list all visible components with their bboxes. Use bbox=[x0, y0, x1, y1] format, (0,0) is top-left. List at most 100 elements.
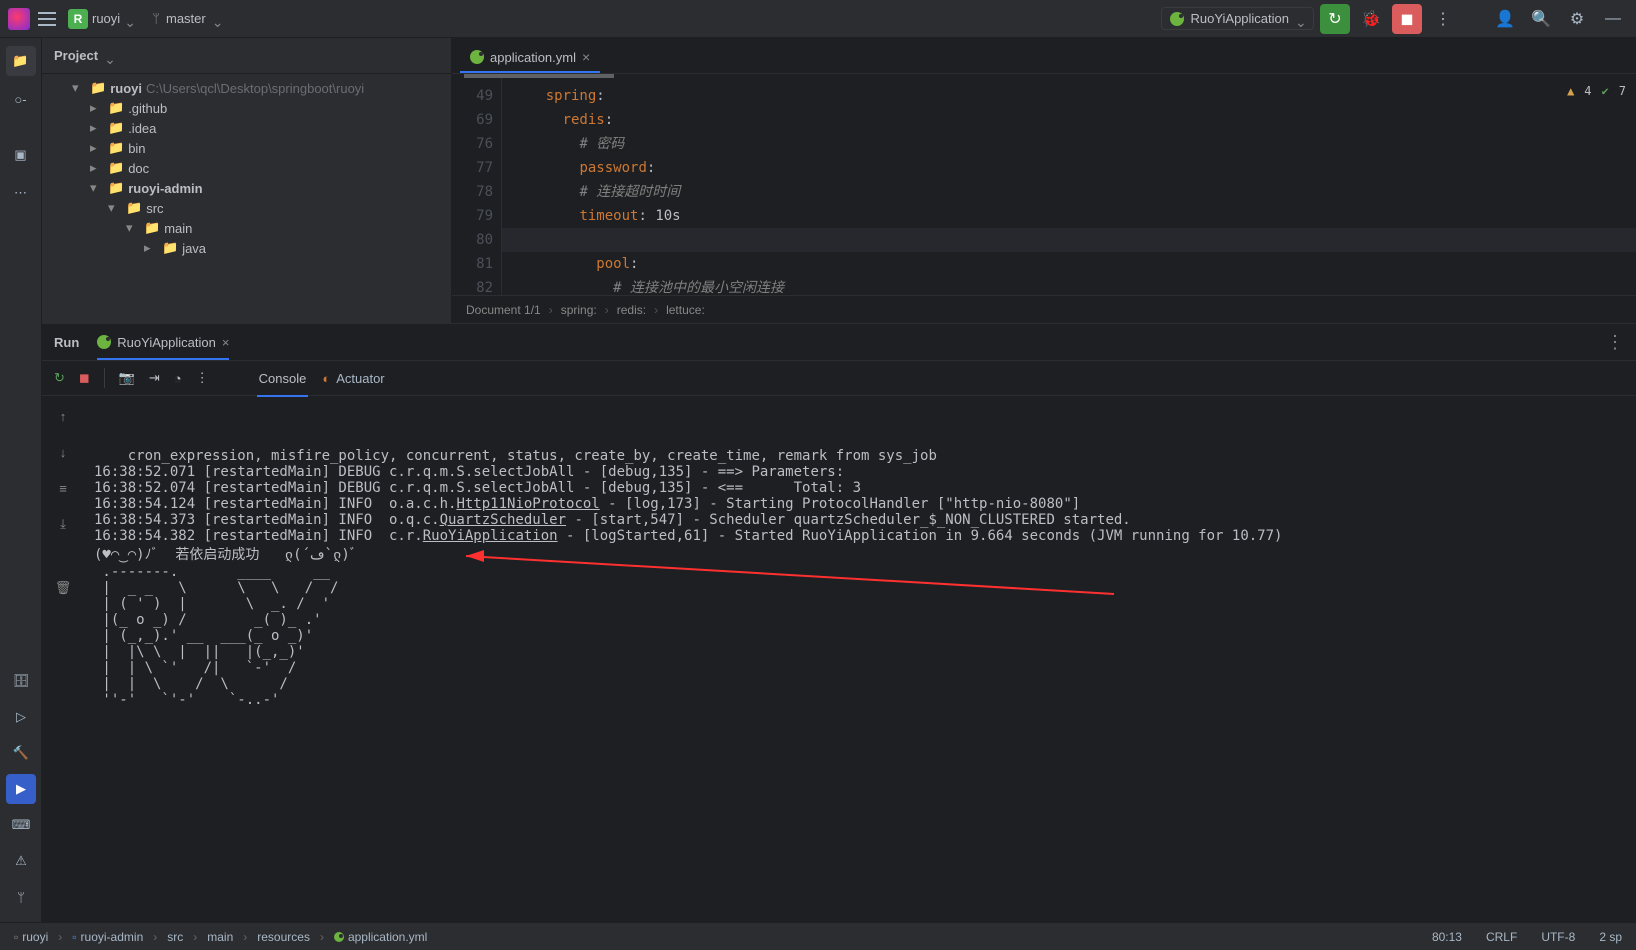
services-tool-button[interactable]: ▷ bbox=[6, 702, 36, 732]
tree-label: src bbox=[146, 201, 163, 216]
tree-row[interactable]: ▸📁 .github bbox=[42, 98, 451, 118]
tree-arrow-icon: ▸ bbox=[90, 160, 104, 176]
run-tool-button[interactable]: ▶ bbox=[6, 774, 36, 804]
scroll-to-end-button[interactable]: ⤓ bbox=[49, 510, 77, 538]
tree-row[interactable]: ▸📁 .idea bbox=[42, 118, 451, 138]
check-count: 7 bbox=[1619, 84, 1626, 98]
structure-tool-button[interactable]: ▣ bbox=[6, 140, 36, 170]
chevron-down-icon bbox=[104, 51, 114, 61]
editor-panel: application.yml × 496976777879808182 spr… bbox=[452, 38, 1636, 323]
commit-icon: ○- bbox=[14, 92, 26, 107]
line-ending[interactable]: CRLF bbox=[1482, 930, 1521, 944]
status-crumb[interactable]: ▫ ruoyi-admin bbox=[68, 930, 147, 944]
stop-button[interactable]: ◼ bbox=[1392, 4, 1422, 34]
clear-button[interactable]: 🗑 bbox=[49, 574, 77, 602]
check-icon: ✔ bbox=[1602, 84, 1609, 98]
breadcrumb-item[interactable]: spring: bbox=[561, 303, 597, 317]
project-badge: R bbox=[68, 9, 88, 29]
project-tree[interactable]: ▾📁 ruoyi C:\Users\qcl\Desktop\springboot… bbox=[42, 74, 451, 323]
kebab-icon: ⋮ bbox=[1435, 9, 1451, 29]
status-crumb[interactable]: main bbox=[203, 930, 237, 944]
tree-row[interactable]: ▾📁 src bbox=[42, 198, 451, 218]
more-actions-button[interactable]: ⋮ bbox=[1428, 4, 1458, 34]
minimize-button[interactable]: — bbox=[1598, 4, 1628, 34]
exit-button[interactable]: ⇥ bbox=[149, 370, 160, 386]
vcs-tool-button[interactable]: ᛘ bbox=[6, 882, 36, 912]
terminal-tool-button[interactable]: ⌨ bbox=[6, 810, 36, 840]
status-crumb[interactable]: src bbox=[163, 930, 187, 944]
ellipsis-icon: ⋯ bbox=[14, 185, 27, 201]
run-panel-more[interactable]: ⋮ bbox=[1606, 332, 1624, 353]
scroll-up-button[interactable]: ↑ bbox=[49, 402, 77, 430]
status-crumb[interactable]: resources bbox=[253, 930, 314, 944]
tree-label: bin bbox=[128, 141, 145, 156]
editor-breadcrumb[interactable]: Document 1/1 › spring: › redis: › lettuc… bbox=[452, 295, 1636, 323]
commit-tool-button[interactable]: ○- bbox=[6, 84, 36, 114]
editor-body[interactable]: 496976777879808182 spring: redis: # 密码 p… bbox=[452, 78, 1636, 295]
project-panel-header[interactable]: Project bbox=[42, 38, 451, 74]
top-toolbar: R ruoyi master RuoYiApplication ↻ 🐞 ◼ ⋮ … bbox=[0, 0, 1636, 38]
actuator-tab[interactable]: ◐Actuator bbox=[322, 371, 384, 386]
branch-label: master bbox=[166, 11, 206, 26]
breadcrumb-item[interactable]: lettuce: bbox=[666, 303, 705, 317]
project-selector[interactable]: R ruoyi bbox=[64, 7, 138, 31]
run-tab-label: RuoYiApplication bbox=[117, 335, 216, 350]
inspection-badges[interactable]: ▲4 ✔7 bbox=[1567, 84, 1626, 98]
folder-icon: 📁 bbox=[90, 80, 106, 96]
project-tool-button[interactable]: 📁 bbox=[6, 46, 36, 76]
database-tool-button[interactable]: 🗄 bbox=[6, 666, 36, 696]
status-breadcrumb[interactable]: ▫ ruoyi ▫ ruoyi-admin src main resources app… bbox=[10, 930, 431, 944]
stop-button[interactable]: ◼ bbox=[79, 370, 90, 386]
soft-wrap-button[interactable]: ≡ bbox=[49, 474, 77, 502]
branch-selector[interactable]: master bbox=[146, 9, 228, 28]
folder-icon: 📁 bbox=[162, 240, 178, 256]
console-tab[interactable]: Console bbox=[257, 367, 309, 390]
folder-icon: 📁 bbox=[12, 53, 28, 69]
left-rail-bottom: 🗄 ▷ 🔨 ▶ ⌨ ⚠ ᛘ bbox=[0, 666, 42, 918]
tree-row[interactable]: ▸📁 doc bbox=[42, 158, 451, 178]
chevron-down-icon bbox=[124, 14, 134, 24]
debug-button[interactable]: 🐞 bbox=[1356, 4, 1386, 34]
problems-tool-button[interactable]: ⚠ bbox=[6, 846, 36, 876]
spring-icon bbox=[1170, 12, 1184, 26]
status-bar: ▫ ruoyi ▫ ruoyi-admin src main resources app… bbox=[0, 922, 1636, 950]
build-tool-button[interactable]: 🔨 bbox=[6, 738, 36, 768]
chevron-down-icon bbox=[1295, 14, 1305, 24]
tree-row[interactable]: ▸📁 java bbox=[42, 238, 451, 258]
status-crumb[interactable]: application.yml bbox=[330, 930, 431, 944]
encoding[interactable]: UTF-8 bbox=[1537, 930, 1579, 944]
scroll-down-button[interactable]: ↓ bbox=[49, 438, 77, 466]
tree-arrow-icon: ▾ bbox=[108, 200, 122, 216]
more-button[interactable]: ⋮ bbox=[196, 370, 209, 386]
tree-row[interactable]: ▾📁 ruoyi-admin bbox=[42, 178, 451, 198]
indent[interactable]: 2 sp bbox=[1595, 930, 1626, 944]
search-button[interactable]: 🔍 bbox=[1526, 4, 1556, 34]
rerun-button[interactable]: ↻ bbox=[1320, 4, 1350, 34]
close-icon[interactable]: × bbox=[222, 335, 230, 350]
rerun-button[interactable]: ↻ bbox=[54, 370, 65, 386]
code-with-me-button[interactable]: 👤 bbox=[1490, 4, 1520, 34]
profiler-button[interactable]: ◔ bbox=[174, 371, 182, 386]
more-tools-button[interactable]: ⋯ bbox=[6, 178, 36, 208]
breadcrumb-item[interactable]: redis: bbox=[617, 303, 646, 317]
tab-label: application.yml bbox=[490, 50, 576, 65]
run-tab-ruoyi[interactable]: RuoYiApplication × bbox=[97, 331, 229, 354]
tree-row[interactable]: ▾📁 ruoyi C:\Users\qcl\Desktop\springboot… bbox=[42, 78, 451, 98]
console-output[interactable]: cron_expression, misfire_policy, concurr… bbox=[84, 396, 1636, 922]
tree-row[interactable]: ▸📁 bin bbox=[42, 138, 451, 158]
run-panel-header: Run RuoYiApplication × ⋮ bbox=[42, 324, 1636, 360]
main-menu-button[interactable] bbox=[38, 12, 56, 26]
tree-label: ruoyi bbox=[110, 81, 142, 96]
settings-button[interactable]: ⚙ bbox=[1562, 4, 1592, 34]
breadcrumb-item[interactable]: Document 1/1 bbox=[466, 303, 541, 317]
run-config-selector[interactable]: RuoYiApplication bbox=[1161, 7, 1314, 30]
status-crumb[interactable]: ▫ ruoyi bbox=[10, 930, 52, 944]
caret-position[interactable]: 80:13 bbox=[1428, 930, 1466, 944]
gear-icon: ⚙ bbox=[1570, 9, 1584, 29]
tree-row[interactable]: ▾📁 main bbox=[42, 218, 451, 238]
close-icon[interactable]: × bbox=[582, 49, 590, 65]
editor-tab-application-yml[interactable]: application.yml × bbox=[460, 41, 600, 73]
code-area[interactable]: spring: redis: # 密码 password: # 连接超时时间 t… bbox=[502, 78, 1636, 295]
camera-button[interactable]: 📷 bbox=[119, 370, 135, 386]
chevron-down-icon bbox=[212, 14, 222, 24]
